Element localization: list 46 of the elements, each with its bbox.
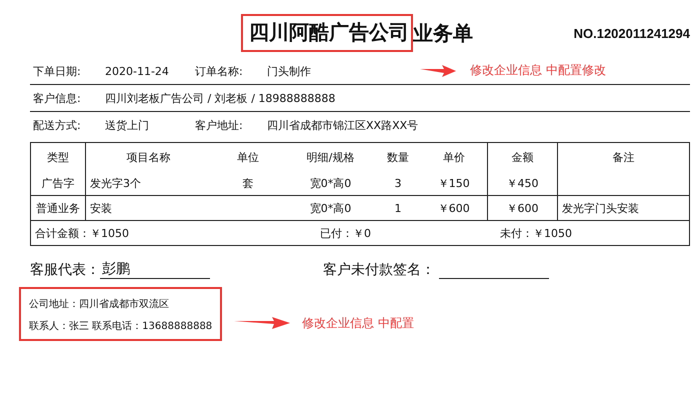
annotation-text: 修改企业信息 中配置修改 — [470, 62, 606, 79]
column-header: 备注 — [558, 142, 690, 171]
table-cell: 1 — [394, 202, 402, 214]
arrow-icon — [420, 64, 456, 78]
field-label: 订单名称: — [195, 64, 244, 78]
table-cell: 3 — [394, 176, 402, 190]
column-header: 明细/规格 — [286, 142, 376, 171]
table-cell: ￥600 — [506, 202, 538, 214]
field-label: 下单日期: — [33, 64, 82, 78]
table-cell: 发光字3个 — [90, 176, 141, 190]
signature-label: 客服代表： — [30, 261, 100, 279]
field-value: 四川省成都市锦江区XX路XX号 — [267, 118, 418, 132]
column-header: 数量 — [376, 142, 420, 171]
company-contact: 联系人：张三 联系电话：13688888888 — [29, 320, 212, 333]
representative-name: 彭鹏 — [100, 260, 210, 279]
table-cell: ￥600 — [438, 202, 470, 214]
field-label: 客户信息: — [33, 90, 82, 106]
table-cell: ￥150 — [438, 176, 470, 190]
table-cell: 宽0*高0 — [310, 202, 352, 214]
annotation-text: 修改企业信息 中配置 — [302, 314, 414, 332]
field-label: 客户地址: — [195, 118, 244, 132]
field-label: 配送方式: — [33, 118, 82, 132]
table-cell: ￥450 — [506, 176, 538, 190]
table-cell: 套 — [242, 176, 254, 190]
table-cell: 发光字门头安装 — [562, 202, 639, 214]
field-value: 四川刘老板广告公司 / 刘老板 / 18988888888 — [105, 90, 336, 106]
table-cell: 安装 — [90, 202, 112, 214]
field-value: 门头制作 — [267, 64, 311, 78]
column-header: 金额 — [488, 142, 558, 171]
highlighted-title: 四川阿酷广告公司 — [241, 14, 413, 52]
company-address: 公司地址：四川省成都市双流区 — [29, 298, 170, 311]
total-text: 合计金额：￥1050 — [35, 226, 130, 240]
order-number: NO.1202011241294 — [574, 26, 690, 40]
column-header: 单价 — [420, 142, 488, 171]
table-cell: 广告字 — [42, 176, 74, 190]
total-text: 未付：￥1050 — [500, 226, 572, 240]
field-value: 2020-11-24 — [105, 64, 170, 78]
column-header: 单位 — [210, 142, 286, 171]
document-title: 业务单 — [413, 20, 473, 46]
total-text: 已付：￥0 — [320, 226, 372, 240]
table-cell: 普通业务 — [36, 202, 80, 214]
field-value: 送货上门 — [105, 118, 150, 132]
table-cell: 宽0*高0 — [310, 176, 352, 190]
signature-label: 客户未付款签名： — [323, 261, 435, 279]
column-header: 项目名称 — [86, 142, 210, 171]
column-header: 类型 — [30, 142, 86, 171]
